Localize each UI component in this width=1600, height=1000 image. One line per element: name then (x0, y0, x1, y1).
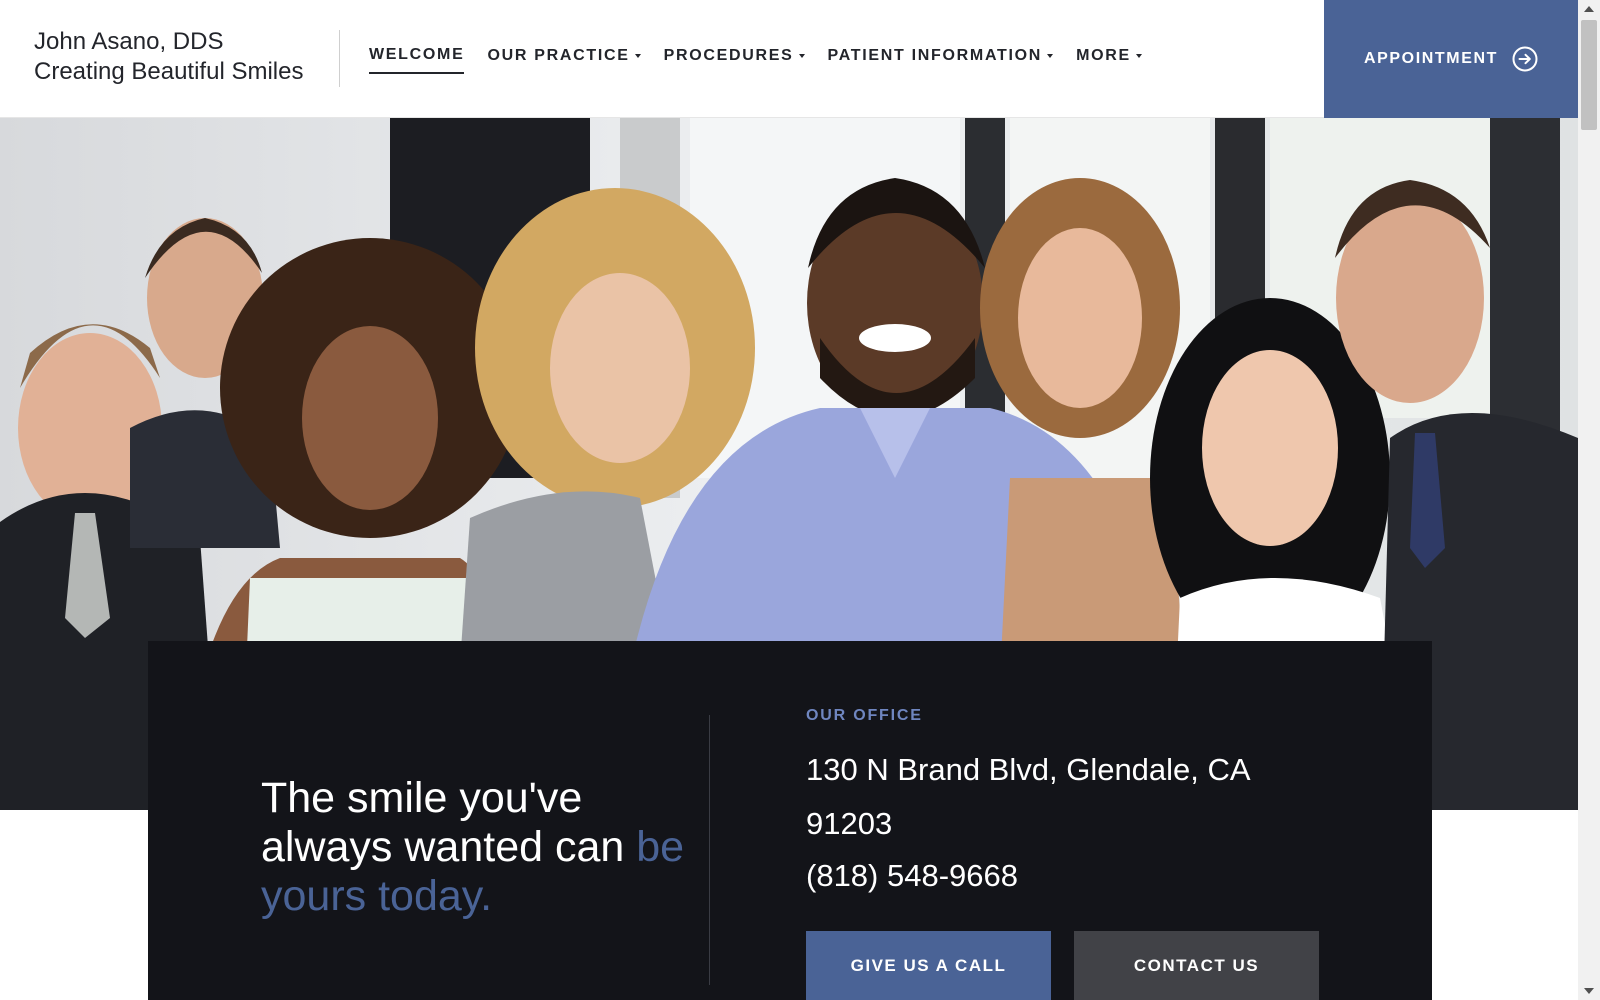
brand-name: John Asano, DDS (34, 28, 224, 55)
scroll-down-arrow-icon[interactable] (1578, 982, 1600, 1000)
nav-item-our-practice[interactable]: OUR PRACTICE (487, 46, 641, 74)
nav-item-welcome[interactable]: WELCOME (369, 46, 465, 74)
give-us-a-call-button[interactable]: GIVE US A CALL (806, 931, 1051, 1000)
nav-item-label: MORE (1076, 47, 1131, 64)
appointment-button[interactable]: APPOINTMENT (1324, 0, 1578, 118)
hero-tagline: The smile you've always wanted can be yo… (261, 774, 701, 921)
panel-divider (709, 715, 710, 985)
nav-item-label: OUR PRACTICE (487, 47, 630, 64)
caret-down-icon (1135, 54, 1142, 58)
nav-item-label: WELCOME (369, 46, 465, 63)
page-scrollbar[interactable] (1578, 0, 1600, 1000)
appointment-label: APPOINTMENT (1363, 50, 1499, 67)
nav-item-more[interactable]: MORE (1076, 46, 1142, 74)
main-nav: WELCOME OUR PRACTICE PROCEDURES PATIENT … (369, 46, 1142, 74)
tagline-main: The smile you've always wanted can (261, 774, 637, 871)
office-phone[interactable]: (818) 548-9668 (806, 849, 1018, 903)
brand-tagline: Creating Beautiful Smiles (34, 58, 304, 85)
caret-down-icon (1047, 54, 1054, 58)
brand-logo[interactable]: John Asano, DDS Creating Beautiful Smile… (34, 27, 340, 87)
office-label: OUR OFFICE (806, 707, 923, 724)
nav-item-label: PROCEDURES (663, 47, 794, 64)
office-address: 130 N Brand Blvd, Glendale, CA 91203 (806, 752, 1249, 841)
contact-us-button[interactable]: CONTACT US (1074, 931, 1319, 1000)
brand-divider (339, 30, 340, 87)
site-header: John Asano, DDS Creating Beautiful Smile… (0, 0, 1578, 118)
nav-item-procedures[interactable]: PROCEDURES (664, 46, 805, 74)
scroll-up-arrow-icon[interactable] (1578, 0, 1600, 18)
scrollbar-thumb[interactable] (1581, 20, 1597, 130)
caret-down-icon (634, 54, 641, 58)
info-panel: The smile you've always wanted can be yo… (148, 641, 1432, 1000)
nav-item-label: PATIENT INFORMATION (827, 47, 1043, 64)
arrow-right-circle-icon (1512, 46, 1538, 72)
nav-item-patient-information[interactable]: PATIENT INFORMATION (828, 46, 1054, 74)
caret-down-icon (798, 54, 805, 58)
